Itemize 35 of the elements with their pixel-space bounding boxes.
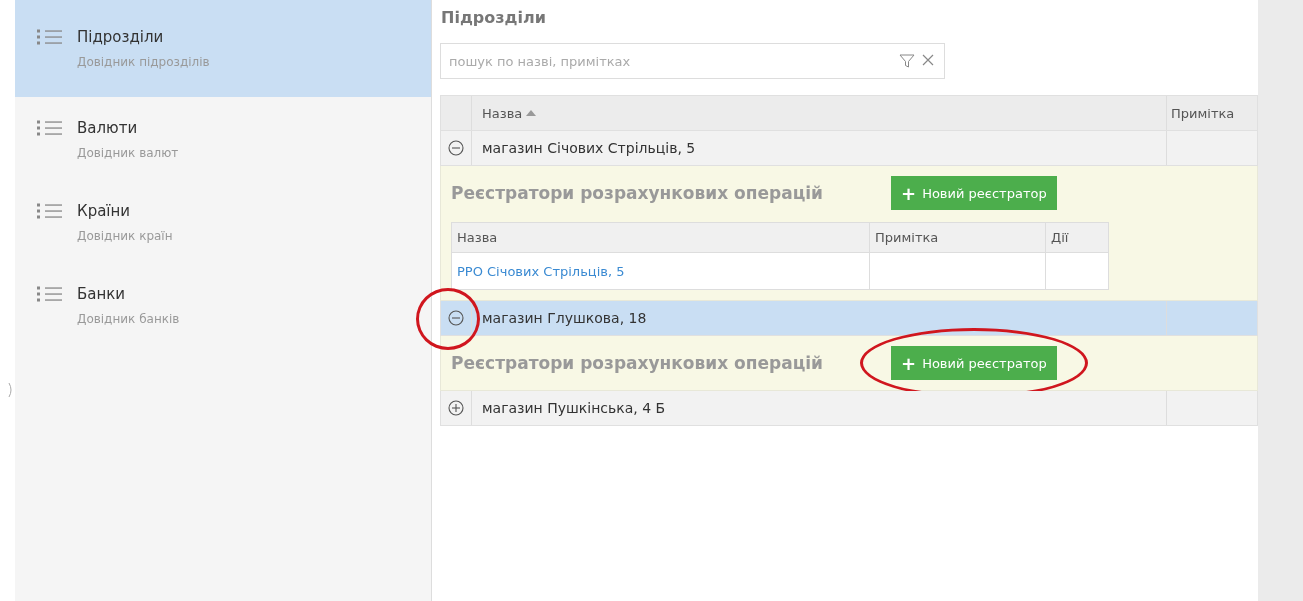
collapse-handle-icon[interactable] — [8, 382, 14, 398]
store-name: магазин Січових Стрільців, 5 — [482, 140, 696, 156]
sidebar-item[interactable]: Валюти Довідник валют — [15, 97, 431, 180]
sidebar-item[interactable]: Країни Довідник країн — [15, 180, 431, 263]
table-row[interactable]: магазин Глушкова, 18 — [440, 301, 1258, 336]
item-subtitle: Довідник підрозділів — [77, 55, 210, 69]
close-icon[interactable] — [921, 53, 935, 67]
column-header[interactable]: Примітка — [869, 222, 1046, 253]
item-subtitle: Довідник банків — [77, 312, 180, 326]
filter-icon[interactable] — [899, 53, 915, 69]
column-header[interactable]: Дії — [1045, 222, 1109, 253]
sort-up-icon — [526, 110, 537, 116]
item-title: Валюти — [77, 119, 139, 137]
column-header[interactable]: Назва — [451, 222, 870, 253]
column-header[interactable]: Примітка — [1167, 96, 1257, 130]
collapse-icon[interactable] — [448, 310, 464, 326]
item-subtitle: Довідник країн — [77, 229, 173, 243]
column-header[interactable]: Назва — [472, 96, 1167, 130]
sidebar-item[interactable]: Підрозділи Довідник підрозділів — [15, 0, 431, 97]
section-title: Реєстратори розрахункових операцій — [451, 353, 824, 373]
section-title: Реєстратори розрахункових операцій — [451, 183, 824, 203]
registrar-link[interactable]: РРО Січових Стрільців, 5 — [457, 263, 625, 279]
collapse-icon[interactable] — [448, 140, 464, 156]
table-row[interactable]: магазин Січових Стрільців, 5 — [440, 131, 1258, 166]
item-subtitle: Довідник валют — [77, 146, 179, 160]
table-row[interactable]: магазин Пушкінська, 4 Б — [440, 391, 1258, 426]
item-title: Банки — [77, 285, 127, 303]
store-name: магазин Пушкінська, 4 Б — [482, 400, 666, 416]
item-title: Підрозділи — [77, 28, 165, 46]
store-name: магазин Глушкова, 18 — [482, 310, 647, 326]
expand-icon[interactable] — [448, 400, 464, 416]
search-field[interactable]: пошук по назві, примітках — [440, 43, 945, 79]
item-title: Країни — [77, 202, 132, 220]
sidebar-item[interactable]: Банки Довідник банків — [15, 263, 431, 346]
page-title: Підрозділи — [441, 8, 547, 27]
